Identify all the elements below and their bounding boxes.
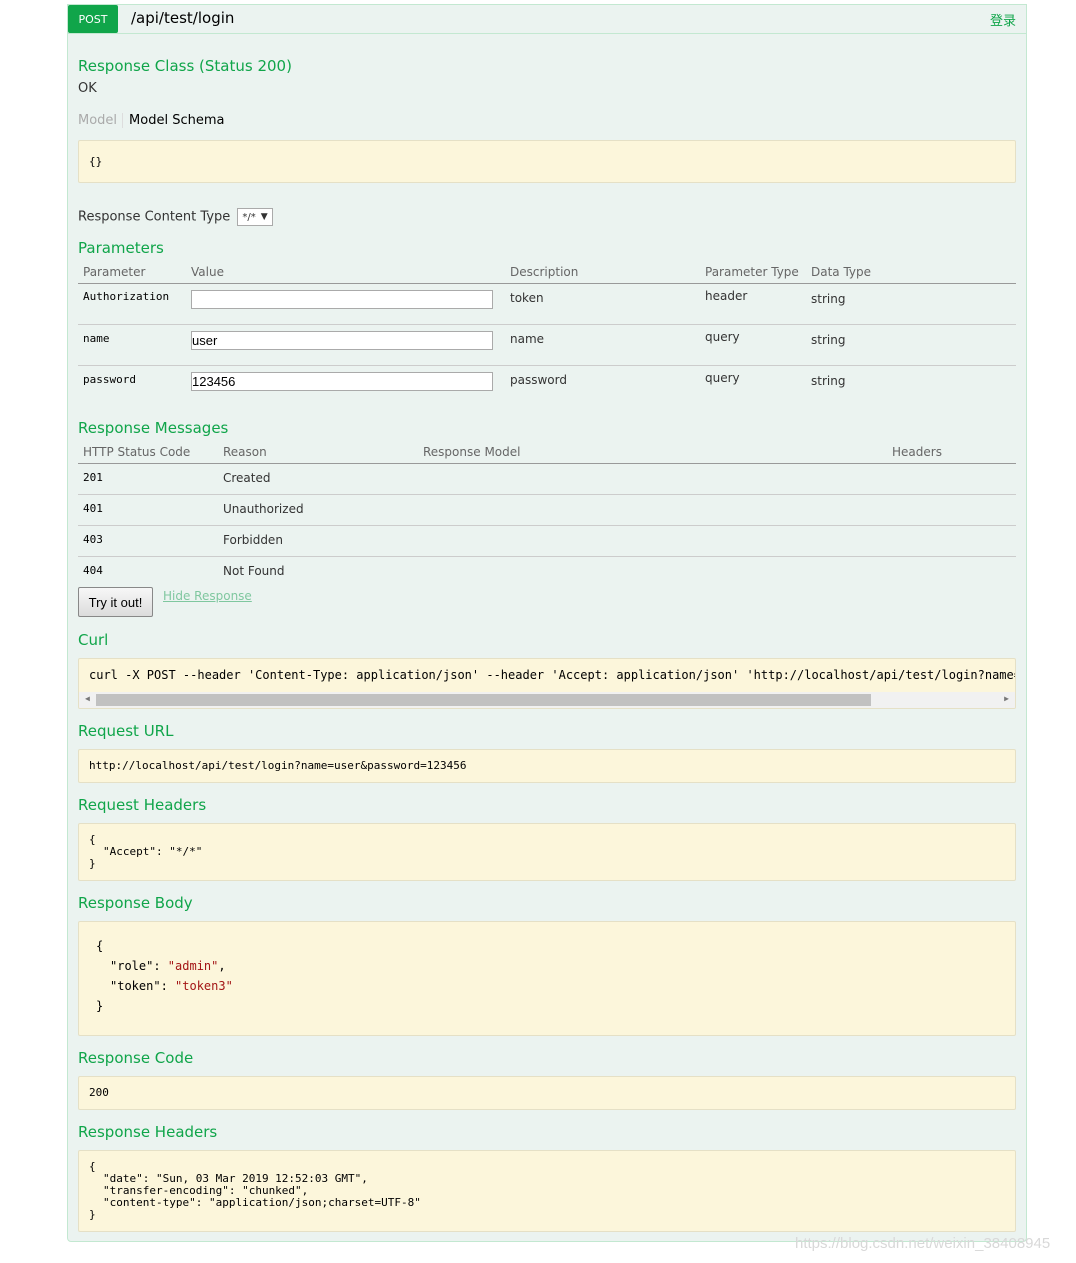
scrollbar-thumb[interactable] [96,694,871,706]
hide-response-link[interactable]: Hide Response [163,589,252,603]
field-key: "role": [110,959,168,973]
parameter-row: name name query string [78,324,1016,366]
watermark: https://blog.csdn.net/weixin_38408945 [795,1235,1051,1252]
response-body-heading: Response Body [78,894,193,912]
field-suffix: , [218,959,226,973]
response-code-heading: Response Code [78,1049,194,1067]
content-type-value: */* [242,211,256,223]
curl-heading: Curl [78,631,109,649]
tab-model-schema[interactable]: Model Schema [123,113,224,128]
request-headers-box: { "Accept": "*/*" } [78,823,1016,881]
response-message-row: 403 Forbidden [78,525,1016,557]
curl-box: curl -X POST --header 'Content-Type: app… [78,658,1016,709]
field-value: "admin" [167,959,219,973]
brace-open: { [89,833,96,846]
response-code-box: 200 [78,1076,1016,1110]
parameter-row: password password query string [78,366,1016,407]
request-url-box: http://localhost/api/test/login?name=use… [78,749,1016,783]
field-value: "token3" [175,979,233,993]
try-it-out-button[interactable]: Try it out! [78,587,153,617]
model-tabs: Model Model Schema [78,113,224,128]
response-class-heading: Response Class (Status 200) [78,57,292,75]
param-data-type: string [806,283,1016,325]
response-header-line: "content-type": "application/json;charse… [103,1196,421,1209]
response-body-box: { "role": "admin", "token": "token3" } [78,921,1016,1036]
param-name: name [78,324,186,366]
status-reason: Not Found [223,564,285,578]
param-description: password [510,373,567,387]
response-message-row: 201 Created [78,463,1016,495]
response-message-row: 404 Not Found [78,557,1016,581]
brace-close: } [89,1208,96,1221]
response-headers-box: { "date": "Sun, 03 Mar 2019 12:52:03 GMT… [78,1150,1016,1232]
login-link[interactable]: 登录 [990,10,1016,29]
status-reason: Forbidden [218,525,418,557]
param-type: query [700,324,806,366]
response-status-text: OK [78,81,97,96]
status-code: 403 [78,525,218,557]
status-reason: Created [218,463,418,495]
authorization-input[interactable] [191,290,493,309]
parameters-heading: Parameters [78,239,164,257]
password-input[interactable] [191,372,493,391]
param-name: Authorization [78,283,186,325]
brace-close: } [89,857,96,870]
status-code: 401 [78,494,218,526]
param-data-type: string [811,374,846,388]
scroll-right-icon[interactable]: ▶ [1004,694,1009,703]
param-type: query [705,371,740,385]
param-type: header [700,283,806,325]
http-method-badge[interactable]: POST [68,5,118,33]
operation-panel: POST /api/test/login 登录 Response Class (… [67,4,1027,1242]
col-parameter-type: Parameter Type [700,263,806,284]
response-messages-table: HTTP Status Code Reason Response Model H… [78,443,1016,581]
response-field: "token": "token3" [96,976,998,996]
param-description: token [505,283,700,325]
response-content-type: Response Content Type */* ▼ [78,208,273,226]
tab-model[interactable]: Model [78,113,124,128]
brace-open: { [96,939,104,953]
param-name: password [83,373,136,386]
request-header-line: "Accept": "*/*" [103,845,203,858]
col-data-type: Data Type [806,263,1016,284]
col-description: Description [505,263,700,284]
horizontal-scrollbar[interactable]: ◀ ▶ [79,692,1015,708]
model-schema-text: {} [89,155,103,168]
status-code: 201 [78,463,218,495]
response-message-row: 401 Unauthorized [78,494,1016,526]
response-field: "role": "admin", [96,956,998,976]
response-messages-heading: Response Messages [78,419,229,437]
parameter-row: Authorization token header string [78,283,1016,325]
col-parameter: Parameter [78,263,186,284]
parameters-table: Parameter Value Description Parameter Ty… [78,263,1016,407]
param-data-type: string [806,324,1016,366]
curl-command: curl -X POST --header 'Content-Type: app… [89,668,1015,682]
scroll-left-icon[interactable]: ◀ [85,694,90,703]
chevron-down-icon: ▼ [260,212,268,222]
brace-close: } [96,999,104,1013]
param-description: name [505,324,700,366]
col-status-code: HTTP Status Code [78,443,218,464]
content-type-label: Response Content Type [78,209,231,225]
col-value: Value [186,263,505,284]
content-type-select[interactable]: */* ▼ [237,208,273,226]
status-code: 404 [83,564,103,577]
col-response-model: Response Model [418,443,887,464]
col-reason: Reason [218,443,418,464]
col-headers: Headers [887,443,1016,464]
name-input[interactable] [191,331,493,350]
response-headers-heading: Response Headers [78,1123,218,1141]
operation-header[interactable]: POST /api/test/login 登录 [68,5,1026,34]
status-reason: Unauthorized [218,494,418,526]
endpoint-path[interactable]: /api/test/login [131,9,234,27]
response-code-value: 200 [89,1086,109,1099]
request-headers-heading: Request Headers [78,796,207,814]
field-key: "token": [110,979,176,993]
request-url-heading: Request URL [78,722,174,740]
model-schema-box: {} [78,140,1016,183]
request-url-text: http://localhost/api/test/login?name=use… [89,759,467,772]
